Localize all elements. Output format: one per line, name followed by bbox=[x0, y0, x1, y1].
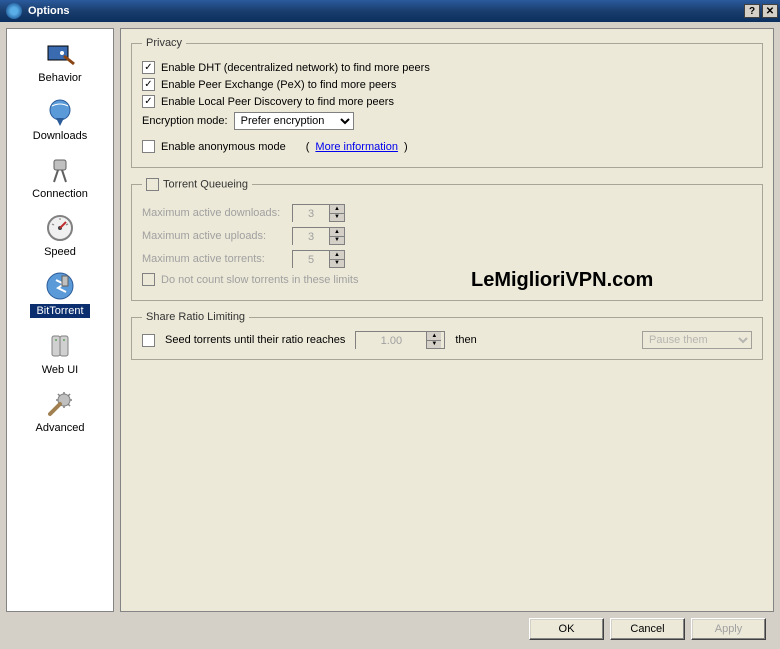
enable-dht-label: Enable DHT (decentralized network) to fi… bbox=[161, 62, 430, 74]
titlebar: Options ? ✕ bbox=[0, 0, 780, 22]
spin-up-icon: ▲ bbox=[330, 251, 344, 260]
spin-up-icon: ▲ bbox=[427, 332, 441, 341]
ratio-spinner: ▲▼ bbox=[355, 331, 445, 349]
spin-up-icon: ▲ bbox=[330, 228, 344, 237]
sidebar-item-speed[interactable]: Speed bbox=[20, 209, 100, 261]
connection-icon bbox=[44, 154, 76, 186]
max-torrents-spinner: ▲▼ bbox=[292, 250, 345, 268]
max-downloads-spinner: ▲▼ bbox=[292, 204, 345, 222]
advanced-icon bbox=[44, 388, 76, 420]
torrent-queueing-checkbox[interactable] bbox=[146, 178, 159, 191]
more-info-paren: ( bbox=[306, 141, 310, 153]
behavior-icon bbox=[44, 38, 76, 70]
seed-until-label: Seed torrents until their ratio reaches bbox=[165, 334, 345, 346]
enable-pex-label: Enable Peer Exchange (PeX) to find more … bbox=[161, 79, 396, 91]
cancel-button[interactable]: Cancel bbox=[610, 618, 685, 640]
privacy-group: Privacy Enable DHT (decentralized networ… bbox=[131, 37, 763, 168]
dialog-footer: OK Cancel Apply bbox=[0, 618, 780, 648]
share-ratio-legend: Share Ratio Limiting bbox=[142, 311, 249, 323]
spin-down-icon: ▼ bbox=[330, 214, 344, 222]
sidebar-item-connection[interactable]: Connection bbox=[20, 151, 100, 203]
no-count-slow-label: Do not count slow torrents in these limi… bbox=[161, 274, 358, 286]
speed-icon bbox=[44, 212, 76, 244]
share-ratio-group: Share Ratio Limiting Seed torrents until… bbox=[131, 311, 763, 360]
encryption-mode-select[interactable]: Prefer encryption bbox=[234, 112, 354, 130]
sidebar-item-label: Connection bbox=[32, 188, 88, 200]
enable-dht-checkbox[interactable] bbox=[142, 61, 155, 74]
content-panel: Privacy Enable DHT (decentralized networ… bbox=[120, 28, 774, 612]
enable-lpd-label: Enable Local Peer Discovery to find more… bbox=[161, 96, 394, 108]
enable-pex-checkbox[interactable] bbox=[142, 78, 155, 91]
sidebar-item-bittorrent[interactable]: BitTorrent bbox=[20, 267, 100, 321]
then-label: then bbox=[455, 334, 476, 346]
window-title: Options bbox=[26, 5, 744, 17]
sidebar-item-webui[interactable]: Web UI bbox=[20, 327, 100, 379]
max-downloads-label: Maximum active downloads: bbox=[142, 207, 292, 219]
ratio-action-select: Pause them bbox=[642, 331, 752, 349]
queueing-legend: Torrent Queueing bbox=[142, 178, 252, 191]
max-uploads-input bbox=[293, 228, 329, 246]
sidebar-item-label: Web UI bbox=[42, 364, 78, 376]
close-button[interactable]: ✕ bbox=[762, 4, 778, 18]
bittorrent-icon bbox=[44, 270, 76, 302]
webui-icon bbox=[44, 330, 76, 362]
sidebar-item-label: Downloads bbox=[33, 130, 87, 142]
max-uploads-label: Maximum active uploads: bbox=[142, 230, 292, 242]
ok-button[interactable]: OK bbox=[529, 618, 604, 640]
queueing-group: Torrent Queueing Maximum active download… bbox=[131, 178, 763, 301]
downloads-icon bbox=[44, 96, 76, 128]
sidebar-item-label: Advanced bbox=[36, 422, 85, 434]
max-downloads-input bbox=[293, 205, 329, 223]
sidebar-item-label: Behavior bbox=[38, 72, 81, 84]
sidebar-item-downloads[interactable]: Downloads bbox=[20, 93, 100, 145]
more-information-link[interactable]: More information bbox=[315, 141, 398, 153]
spin-down-icon: ▼ bbox=[330, 237, 344, 245]
more-info-paren-close: ) bbox=[404, 141, 408, 153]
encryption-mode-label: Encryption mode: bbox=[142, 115, 228, 127]
spin-down-icon: ▼ bbox=[427, 341, 441, 349]
ratio-input bbox=[356, 332, 426, 350]
spin-down-icon: ▼ bbox=[330, 260, 344, 268]
app-icon bbox=[6, 3, 22, 19]
privacy-legend: Privacy bbox=[142, 37, 186, 49]
help-button[interactable]: ? bbox=[744, 4, 760, 18]
no-count-slow-checkbox bbox=[142, 273, 155, 286]
category-sidebar: Behavior Downloads Connection Speed BitT bbox=[6, 28, 114, 612]
max-torrents-input bbox=[293, 251, 329, 269]
spin-up-icon: ▲ bbox=[330, 205, 344, 214]
enable-lpd-checkbox[interactable] bbox=[142, 95, 155, 108]
sidebar-item-label: Speed bbox=[44, 246, 76, 258]
sidebar-item-behavior[interactable]: Behavior bbox=[20, 35, 100, 87]
sidebar-item-label: BitTorrent bbox=[30, 304, 89, 318]
max-torrents-label: Maximum active torrents: bbox=[142, 253, 292, 265]
sidebar-item-advanced[interactable]: Advanced bbox=[20, 385, 100, 437]
max-uploads-spinner: ▲▼ bbox=[292, 227, 345, 245]
enable-anon-label: Enable anonymous mode bbox=[161, 141, 286, 153]
seed-until-checkbox[interactable] bbox=[142, 334, 155, 347]
apply-button[interactable]: Apply bbox=[691, 618, 766, 640]
enable-anon-checkbox[interactable] bbox=[142, 140, 155, 153]
